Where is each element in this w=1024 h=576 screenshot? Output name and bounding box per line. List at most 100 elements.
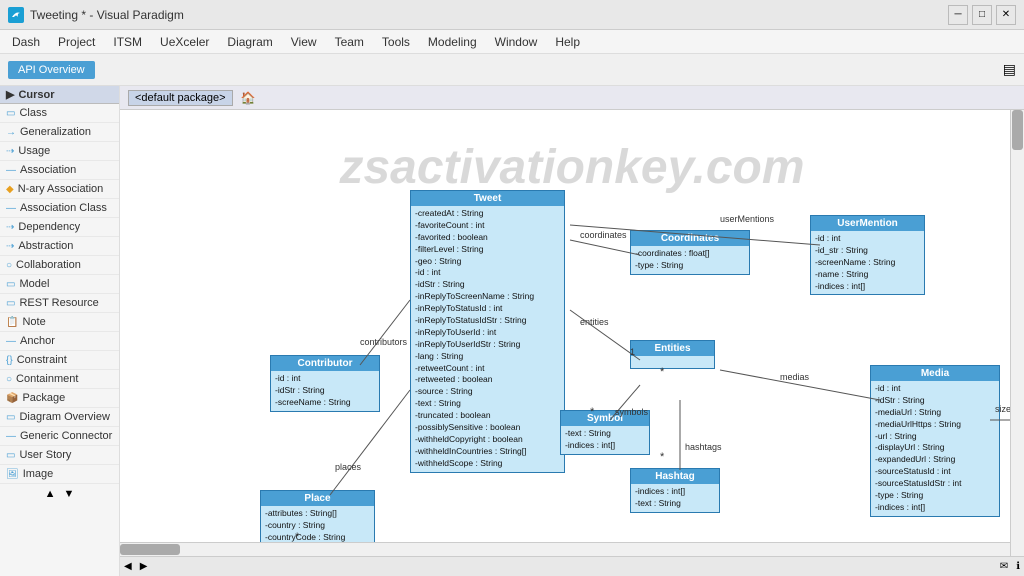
nary-association-icon: ◆ (6, 184, 14, 195)
sidebar-item-label-model: Model (19, 278, 49, 290)
sidebar-item-label-collaboration: Collaboration (16, 259, 81, 271)
uml-class-contributor[interactable]: Contributor -id : int -idStr : String -s… (270, 355, 380, 412)
sidebar: ▶ Cursor ▭ Class → Generalization ⇢ Usag… (0, 86, 120, 576)
uml-class-media[interactable]: Media -id : int -idStr : String -mediaUr… (870, 365, 1000, 517)
sidebar-item-model[interactable]: ▭ Model (0, 275, 119, 294)
sidebar-item-diagram-overview[interactable]: ▭ Diagram Overview (0, 408, 119, 427)
sidebar-item-user-story[interactable]: ▭ User Story (0, 446, 119, 465)
uml-class-symbol[interactable]: Symbol -text : String -indices : int[] (560, 410, 650, 455)
bottom-arrow-right[interactable]: ▶ (140, 561, 148, 572)
tweet-body: -createdAt : String -favoriteCount : int… (411, 206, 564, 472)
sidebar-item-label-abstraction: Abstraction (18, 240, 73, 252)
sidebar-item-note[interactable]: 📋 Note (0, 313, 119, 332)
sidebar-item-label-anchor: Anchor (20, 335, 55, 347)
hashtag-body: -indices : int[] -text : String (631, 484, 719, 512)
sidebar-item-abstraction[interactable]: ⇢ Abstraction (0, 237, 119, 256)
sidebar-cursor-section: ▶ Cursor (0, 86, 119, 104)
menu-window[interactable]: Window (487, 33, 546, 51)
canvas-home-icon: 🏠 (241, 91, 256, 105)
sidebar-item-anchor[interactable]: — Anchor (0, 332, 119, 351)
minimize-button[interactable]: ─ (948, 5, 968, 25)
menu-bar: Dash Project ITSM UeXceler Diagram View … (0, 30, 1024, 54)
canvas-area[interactable]: <default package> 🏠 zsactivationkey.com … (120, 86, 1024, 576)
sidebar-up-icon[interactable]: ▲ (45, 488, 56, 500)
sidebar-item-usage[interactable]: ⇢ Usage (0, 142, 119, 161)
close-button[interactable]: ✕ (996, 5, 1016, 25)
tweet-header: Tweet (411, 191, 564, 206)
uml-class-coordinates[interactable]: Coordinates -coordinates : float[] -type… (630, 230, 750, 275)
menu-uexceler[interactable]: UeXceler (152, 33, 217, 51)
hashtag-header: Hashtag (631, 469, 719, 484)
info-icon[interactable]: ℹ (1016, 561, 1020, 572)
symbol-header: Symbol (561, 411, 649, 426)
symbol-body: -text : String -indices : int[] (561, 426, 649, 454)
media-body: -id : int -idStr : String -mediaUrl : St… (871, 381, 999, 516)
contributor-body: -id : int -idStr : String -screeName : S… (271, 371, 379, 411)
contributor-header: Contributor (271, 356, 379, 371)
menu-tools[interactable]: Tools (374, 33, 418, 51)
svg-text:medias: medias (780, 372, 810, 382)
image-icon: 🖼 (6, 469, 19, 480)
sidebar-item-label-usage: Usage (18, 145, 50, 157)
sidebar-item-generalization[interactable]: → Generalization (0, 123, 119, 142)
window-title: Tweeting * - Visual Paradigm (30, 8, 184, 22)
user-story-icon: ▭ (6, 450, 15, 461)
uml-class-user-mention[interactable]: UserMention -id : int -id_str : String -… (810, 215, 925, 295)
menu-dash[interactable]: Dash (4, 33, 48, 51)
bottom-arrow-left[interactable]: ◀ (124, 561, 132, 572)
sidebar-cursor-label: Cursor (18, 89, 54, 101)
media-header: Media (871, 366, 999, 381)
horizontal-scroll-thumb[interactable] (120, 544, 180, 555)
svg-text:hashtags: hashtags (685, 442, 722, 452)
sidebar-item-rest-resource[interactable]: ▭ REST Resource (0, 294, 119, 313)
uml-class-hashtag[interactable]: Hashtag -indices : int[] -text : String (630, 468, 720, 513)
menu-modeling[interactable]: Modeling (420, 33, 485, 51)
menu-itsm[interactable]: ITSM (105, 33, 150, 51)
containment-icon: ○ (6, 374, 12, 385)
menu-view[interactable]: View (283, 33, 325, 51)
sidebar-item-nary-association[interactable]: ◆ N-ary Association (0, 180, 119, 199)
menu-team[interactable]: Team (327, 33, 372, 51)
sidebar-item-constraint[interactable]: {} Constraint (0, 351, 119, 370)
vertical-scroll-thumb[interactable] (1012, 110, 1023, 150)
bottom-bar: ◀ ▶ ✉ ℹ (120, 556, 1024, 576)
api-overview-button[interactable]: API Overview (8, 61, 95, 79)
uml-class-entities[interactable]: Entities (630, 340, 715, 369)
sidebar-item-image[interactable]: 🖼 Image (0, 465, 119, 484)
association-icon: — (6, 165, 16, 176)
canvas-content[interactable]: zsactivationkey.com coordinates entities… (120, 110, 1024, 576)
menu-help[interactable]: Help (547, 33, 588, 51)
toolbar: API Overview ▤ (0, 54, 1024, 86)
svg-text:places: places (335, 462, 362, 472)
toolbar-icon-right[interactable]: ▤ (1003, 61, 1016, 78)
dependency-icon: ⇢ (6, 222, 14, 233)
title-bar-left: Tweeting * - Visual Paradigm (8, 7, 184, 23)
sidebar-item-association-class[interactable]: — Association Class (0, 199, 119, 218)
collaboration-icon: ○ (6, 260, 12, 271)
sidebar-item-dependency[interactable]: ⇢ Dependency (0, 218, 119, 237)
uml-class-tweet[interactable]: Tweet -createdAt : String -favoriteCount… (410, 190, 565, 473)
mail-icon[interactable]: ✉ (1000, 561, 1008, 572)
canvas-header: <default package> 🏠 (120, 86, 1024, 110)
sidebar-item-generic-connector[interactable]: — Generic Connector (0, 427, 119, 446)
constraint-icon: {} (6, 355, 13, 366)
sidebar-item-label-dependency: Dependency (18, 221, 80, 233)
vertical-scrollbar[interactable] (1010, 110, 1024, 556)
user-mention-header: UserMention (811, 216, 924, 231)
sidebar-down-icon[interactable]: ▼ (64, 488, 75, 500)
sidebar-item-collaboration[interactable]: ○ Collaboration (0, 256, 119, 275)
sidebar-item-package[interactable]: 📦 Package (0, 389, 119, 408)
sidebar-item-containment[interactable]: ○ Containment (0, 370, 119, 389)
sidebar-item-class[interactable]: ▭ Class (0, 104, 119, 123)
sidebar-item-label-generalization: Generalization (20, 126, 91, 138)
window-controls[interactable]: ─ □ ✕ (948, 5, 1016, 25)
generalization-icon: → (6, 127, 16, 138)
horizontal-scrollbar[interactable] (120, 542, 1010, 556)
menu-project[interactable]: Project (50, 33, 103, 51)
sidebar-item-association[interactable]: — Association (0, 161, 119, 180)
svg-text:entities: entities (580, 317, 609, 327)
menu-diagram[interactable]: Diagram (219, 33, 280, 51)
maximize-button[interactable]: □ (972, 5, 992, 25)
abstraction-icon: ⇢ (6, 241, 14, 252)
toolbar-right: ▤ (1003, 61, 1016, 78)
